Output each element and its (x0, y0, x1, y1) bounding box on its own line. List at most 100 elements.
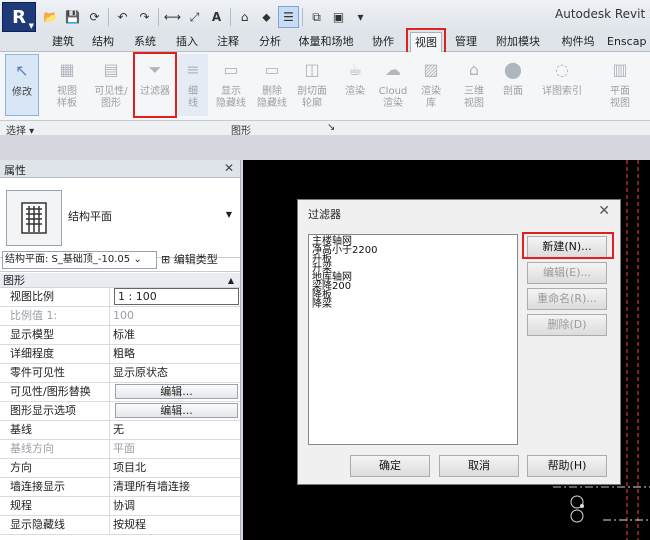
help-button[interactable]: 帮助(H) (527, 455, 607, 477)
measure-icon[interactable]: ⟷ (162, 6, 183, 28)
tab-annotate[interactable]: 注释 (213, 32, 243, 52)
type-name: 结构平面 (68, 210, 112, 223)
tab-insert[interactable]: 插入 (172, 32, 202, 52)
property-value[interactable]: 按规程 (110, 516, 240, 534)
cloud-render-button[interactable]: ☁ Cloud 渲染 (374, 54, 412, 116)
cut-profile-button[interactable]: ◫ 剖切面 轮廓 (292, 54, 332, 116)
property-value: 100 (113, 309, 134, 322)
modify-button[interactable]: ↖ 修改 (5, 54, 39, 116)
graphics-panel-launcher-icon[interactable]: ↘ (327, 122, 335, 133)
chevron-down-icon[interactable]: ▼ (226, 210, 232, 219)
tab-analyze[interactable]: 分析 (255, 32, 285, 52)
tab-systems[interactable]: 系统 (130, 32, 160, 52)
property-value[interactable]: 标准 (110, 326, 240, 344)
title-bar: R ▼ 📂 💾 ⟳ ↶ ↷ ⟷ ⤢ A ⌂ ⬥ ☰ ⧉ ▣ ▾ Autodesk … (0, 0, 650, 32)
plan-views-button[interactable]: ▥ 平面 视图 (602, 54, 638, 116)
property-value[interactable]: 粗略 (110, 345, 240, 363)
qat-dropdown-icon[interactable]: ▾ (350, 6, 371, 28)
house-icon: ⌂ (468, 60, 480, 79)
delete-filter-button[interactable]: 删除(D) (527, 314, 607, 336)
plan-instance-dropdown[interactable]: 结构平面: S_基础顶_-10.05 ⌄ (2, 251, 157, 269)
save-icon[interactable]: 💾 (62, 6, 83, 28)
view-scale-field[interactable]: 1 : 100 (110, 288, 240, 306)
show-hidden-lines-label: 显示 隐藏线 (216, 86, 246, 109)
property-key: 零件可见性 (0, 364, 110, 382)
view-scale-value[interactable]: 1 : 100 (114, 288, 239, 305)
render-button[interactable]: ☕ 渲染 (338, 54, 372, 116)
cut-profile-label: 剖切面 轮廓 (297, 86, 327, 109)
redo-icon[interactable]: ↷ (134, 6, 155, 28)
vg-overrides-edit-button[interactable]: 编辑... (115, 384, 238, 399)
render-gallery-button[interactable]: ▨ 渲染 库 (414, 54, 448, 116)
select-panel-dropdown[interactable]: 选择 ▾ (6, 122, 34, 137)
edit-type-button[interactable]: ⊞ 编辑类型 (161, 251, 218, 269)
property-value[interactable]: 协调 (110, 497, 240, 515)
dimension-icon[interactable]: ⤢ (184, 6, 205, 28)
filter-list-item[interactable]: 升板 (312, 255, 514, 265)
tab-manage[interactable]: 管理 (451, 32, 481, 52)
show-hidden-lines-button[interactable]: ▭ 显示 隐藏线 (211, 54, 251, 116)
filter-list-item[interactable]: 净高小于2200 (312, 246, 514, 256)
render-gallery-icon: ▨ (423, 60, 439, 79)
sync-icon[interactable]: ⟳ (84, 6, 105, 28)
property-value[interactable]: 显示原状态 (110, 364, 240, 382)
property-key: 显示模型 (0, 326, 110, 344)
modify-label: 修改 (12, 87, 32, 98)
close-icon[interactable]: ✕ (598, 203, 610, 219)
filter-list-item[interactable]: 降梁 (312, 300, 514, 310)
3d-view-button[interactable]: ⌂ 三维 视图 (456, 54, 492, 116)
property-value[interactable]: 项目北 (110, 459, 240, 477)
show-hidden-lines-icon: ▭ (223, 60, 239, 79)
tab-enscape[interactable]: Enscap (607, 32, 650, 52)
select-panel-label: 选择 (6, 126, 26, 137)
graphic-display-options-edit-button[interactable]: 编辑... (115, 403, 238, 418)
filter-list-item[interactable]: 降板 (312, 291, 514, 301)
structural-plan-icon (6, 190, 62, 246)
property-key: 基线 (0, 421, 110, 439)
tab-massing-site[interactable]: 体量和场地 (296, 32, 356, 52)
tab-collaborate[interactable]: 协作 (368, 32, 398, 52)
section-title: 图形 (3, 274, 25, 287)
close-icon[interactable]: ✕ (224, 161, 234, 175)
tab-component-dock[interactable]: 构件坞 (556, 32, 600, 52)
graphics-section-header[interactable]: 图形 ▲ (0, 273, 240, 288)
ok-button[interactable]: 确定 (350, 455, 430, 477)
section-button[interactable]: ⬤ 剖面 (496, 54, 530, 116)
filter-list[interactable]: 主楼轴网 净高小于2200 升板 升梁 地库轴网 梁降200 降板 降梁 (308, 234, 518, 445)
switch-windows-icon[interactable]: ▣ (328, 6, 349, 28)
new-button-highlight (522, 232, 614, 259)
visibility-graphics-button[interactable]: ▤ 可见性/ 图形 (88, 54, 134, 116)
cloud-teapot-icon: ☁ (385, 60, 401, 79)
undo-icon[interactable]: ↶ (112, 6, 133, 28)
type-selector[interactable]: 结构平面 ▼ (0, 178, 240, 258)
property-value-cell: 编辑... (110, 402, 240, 420)
property-row: 视图比例 1 : 100 (0, 288, 240, 307)
thin-lines-icon[interactable]: ☰ (278, 6, 299, 28)
grid-marker (580, 504, 584, 508)
close-windows-icon[interactable]: ⧉ (306, 6, 327, 28)
property-value[interactable]: 清理所有墙连接 (110, 478, 240, 496)
open-icon[interactable]: 📂 (40, 6, 61, 28)
text-icon[interactable]: A (206, 6, 227, 28)
view-templates-button[interactable]: ▦ 视图 样板 (47, 54, 87, 116)
tab-addins[interactable]: 附加模块 (492, 32, 544, 52)
section-icon[interactable]: ⬥ (256, 6, 277, 28)
rename-filter-button[interactable]: 重命名(R)... (527, 288, 607, 310)
callout-button[interactable]: ◌ 详图索引 (536, 54, 588, 116)
collapse-icon: ▲ (227, 276, 234, 285)
revit-app-menu-button[interactable]: R ▼ (2, 2, 36, 32)
property-row: 墙连接显示 清理所有墙连接 (0, 478, 240, 497)
tab-architecture[interactable]: 建筑 (48, 32, 78, 52)
cancel-button[interactable]: 取消 (439, 455, 519, 477)
filter-list-item[interactable]: 梁降200 (312, 282, 514, 292)
tab-structure[interactable]: 结构 (88, 32, 118, 52)
edit-filter-button[interactable]: 编辑(E)... (527, 262, 607, 284)
remove-hidden-lines-button[interactable]: ▭ 删除 隐藏线 (252, 54, 292, 116)
3d-view-label: 三维 视图 (464, 86, 484, 109)
plan-instance-value: 结构平面: S_基础顶_-10.05 (5, 254, 131, 265)
thin-lines-button[interactable]: ≡ 细 线 (178, 54, 208, 116)
edit-type-label: 编辑类型 (173, 253, 218, 266)
remove-hidden-lines-icon: ▭ (264, 60, 280, 79)
3d-view-icon[interactable]: ⌂ (234, 6, 255, 28)
property-value[interactable]: 无 (110, 421, 240, 439)
